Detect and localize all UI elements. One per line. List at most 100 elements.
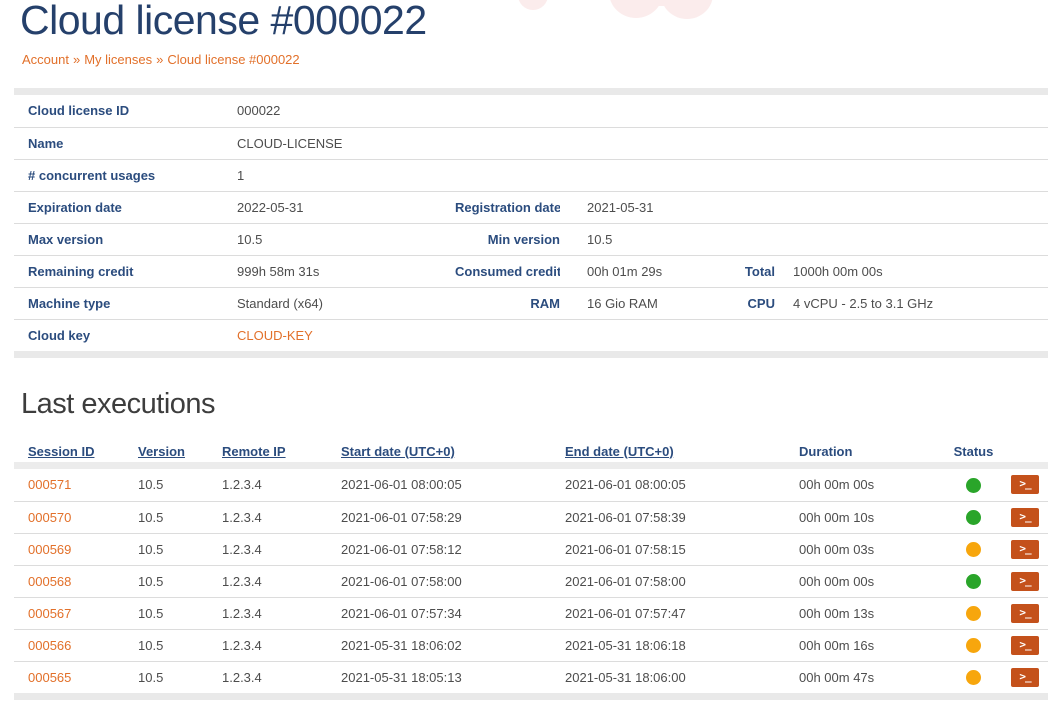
session-id-link[interactable]: 000565 (28, 670, 71, 685)
session-id-link[interactable]: 000569 (28, 542, 71, 557)
cloud-license-id-value: 000022 (237, 95, 1048, 127)
end-date-cell: 2021-06-01 08:00:05 (565, 469, 799, 501)
table-row: Expiration date 2022-05-31 Registration … (14, 191, 1048, 223)
table-row: 000565 10.5 1.2.3.4 2021-05-31 18:05:13 … (14, 661, 1048, 693)
machine-type-label: Machine type (14, 287, 237, 319)
column-header-version[interactable]: Version (138, 438, 222, 462)
table-row: 000567 10.5 1.2.3.4 2021-06-01 07:57:34 … (14, 597, 1048, 629)
max-version-value: 10.5 (237, 223, 455, 255)
start-date-cell: 2021-05-31 18:05:13 (341, 661, 565, 693)
remote-ip-cell: 1.2.3.4 (222, 629, 341, 661)
version-cell: 10.5 (138, 533, 222, 565)
session-id-link[interactable]: 000570 (28, 510, 71, 525)
registration-date-label: Registration date (455, 191, 560, 223)
status-dot-icon (966, 574, 981, 589)
last-executions-panel: Session ID Version Remote IP Start date … (14, 438, 1048, 700)
duration-cell: 00h 00m 16s (799, 629, 945, 661)
duration-cell: 00h 00m 00s (799, 565, 945, 597)
terminal-icon[interactable]: >_ (1011, 636, 1039, 655)
table-row: 000570 10.5 1.2.3.4 2021-06-01 07:58:29 … (14, 501, 1048, 533)
total-credit-label: Total (740, 255, 775, 287)
license-details-panel: Cloud license ID 000022 Name CLOUD-LICEN… (14, 88, 1048, 358)
min-version-label: Min version (455, 223, 560, 255)
remote-ip-cell: 1.2.3.4 (222, 501, 341, 533)
column-header-status: Status (945, 438, 1002, 462)
start-date-cell: 2021-06-01 08:00:05 (341, 469, 565, 501)
session-id-link[interactable]: 000571 (28, 477, 71, 492)
status-dot-icon (966, 478, 981, 493)
terminal-icon[interactable]: >_ (1011, 572, 1039, 591)
cloud-key-link[interactable]: CLOUD-KEY (237, 328, 313, 343)
start-date-cell: 2021-05-31 18:06:02 (341, 629, 565, 661)
column-header-start-date[interactable]: Start date (UTC+0) (341, 438, 565, 462)
session-id-link[interactable]: 000566 (28, 638, 71, 653)
table-row: 000568 10.5 1.2.3.4 2021-06-01 07:58:00 … (14, 565, 1048, 597)
end-date-cell: 2021-05-31 18:06:00 (565, 661, 799, 693)
duration-cell: 00h 00m 03s (799, 533, 945, 565)
breadcrumb-link-my-licenses[interactable]: My licenses (84, 52, 152, 67)
remote-ip-cell: 1.2.3.4 (222, 661, 341, 693)
breadcrumb: Account»My licenses»Cloud license #00002… (22, 52, 300, 67)
last-executions-heading: Last executions (21, 388, 215, 421)
version-cell: 10.5 (138, 661, 222, 693)
decorative-cloud-shape (636, 0, 688, 6)
column-header-duration: Duration (799, 438, 945, 462)
ram-label: RAM (455, 287, 560, 319)
ram-value: 16 Gio RAM (560, 287, 740, 319)
duration-cell: 00h 00m 47s (799, 661, 945, 693)
session-id-link[interactable]: 000567 (28, 606, 71, 621)
remote-ip-cell: 1.2.3.4 (222, 597, 341, 629)
cloud-key-label: Cloud key (14, 319, 237, 351)
panel-bottom-bar (14, 351, 1048, 358)
name-label: Name (14, 127, 237, 159)
terminal-icon[interactable]: >_ (1011, 475, 1039, 494)
name-value: CLOUD-LICENSE (237, 127, 1048, 159)
terminal-icon[interactable]: >_ (1011, 668, 1039, 687)
duration-cell: 00h 00m 13s (799, 597, 945, 629)
remaining-credit-label: Remaining credit (14, 255, 237, 287)
table-row: Cloud license ID 000022 (14, 95, 1048, 127)
duration-cell: 00h 00m 00s (799, 469, 945, 501)
cpu-value: 4 vCPU - 2.5 to 3.1 GHz (775, 287, 1048, 319)
consumed-credit-value: 00h 01m 29s (560, 255, 740, 287)
max-version-label: Max version (14, 223, 237, 255)
status-dot-icon (966, 606, 981, 621)
terminal-icon[interactable]: >_ (1011, 508, 1039, 527)
table-row: # concurrent usages 1 (14, 159, 1048, 191)
table-row: 000569 10.5 1.2.3.4 2021-06-01 07:58:12 … (14, 533, 1048, 565)
column-header-session-id[interactable]: Session ID (14, 438, 138, 462)
end-date-cell: 2021-06-01 07:57:47 (565, 597, 799, 629)
duration-cell: 00h 00m 10s (799, 501, 945, 533)
remote-ip-cell: 1.2.3.4 (222, 469, 341, 501)
expiration-date-label: Expiration date (14, 191, 237, 223)
machine-type-value: Standard (x64) (237, 287, 455, 319)
consumed-credit-label: Consumed credit (455, 255, 560, 287)
version-cell: 10.5 (138, 565, 222, 597)
session-id-link[interactable]: 000568 (28, 574, 71, 589)
end-date-cell: 2021-05-31 18:06:18 (565, 629, 799, 661)
panel-top-bar (14, 88, 1048, 95)
concurrent-usages-value: 1 (237, 159, 1048, 191)
cpu-label: CPU (740, 287, 775, 319)
table-row: 000566 10.5 1.2.3.4 2021-05-31 18:06:02 … (14, 629, 1048, 661)
terminal-icon[interactable]: >_ (1011, 604, 1039, 623)
version-cell: 10.5 (138, 629, 222, 661)
start-date-cell: 2021-06-01 07:58:00 (341, 565, 565, 597)
table-row: Cloud key CLOUD-KEY (14, 319, 1048, 351)
end-date-cell: 2021-06-01 07:58:39 (565, 501, 799, 533)
breadcrumb-link-account[interactable]: Account (22, 52, 69, 67)
breadcrumb-current: Cloud license #000022 (167, 52, 299, 67)
remote-ip-cell: 1.2.3.4 (222, 533, 341, 565)
start-date-cell: 2021-06-01 07:57:34 (341, 597, 565, 629)
column-header-remote-ip[interactable]: Remote IP (222, 438, 341, 462)
terminal-icon[interactable]: >_ (1011, 540, 1039, 559)
concurrent-usages-label: # concurrent usages (14, 159, 237, 191)
status-dot-icon (966, 638, 981, 653)
min-version-value: 10.5 (560, 223, 1048, 255)
version-cell: 10.5 (138, 597, 222, 629)
expiration-date-value: 2022-05-31 (237, 191, 455, 223)
table-header-row: Session ID Version Remote IP Start date … (14, 438, 1048, 462)
license-details-table: Cloud license ID 000022 Name CLOUD-LICEN… (14, 95, 1048, 351)
table-row: 000571 10.5 1.2.3.4 2021-06-01 08:00:05 … (14, 469, 1048, 501)
column-header-end-date[interactable]: End date (UTC+0) (565, 438, 799, 462)
